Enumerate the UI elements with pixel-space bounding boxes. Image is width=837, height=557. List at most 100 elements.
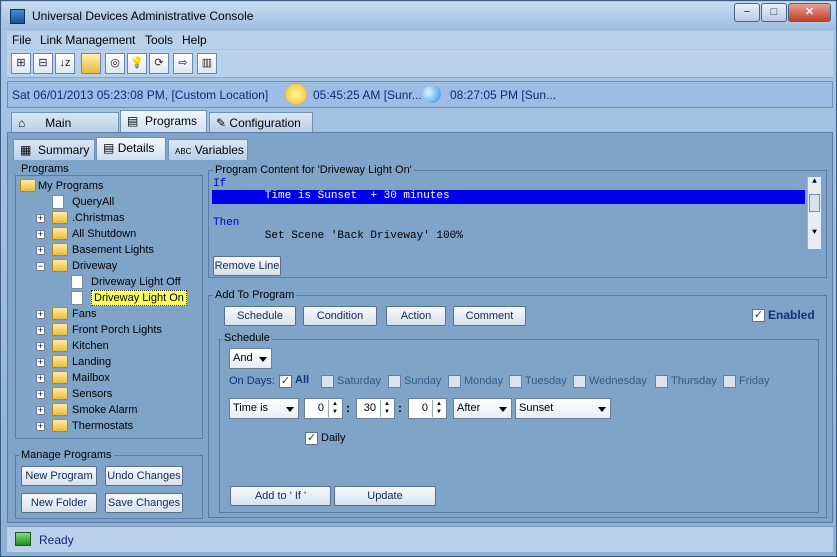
expand-icon[interactable]: + [36,406,45,415]
tab-programs[interactable]: ▤ Programs [120,110,207,133]
sunset-select[interactable]: Sunset [515,398,611,419]
comment-button[interactable]: Comment [453,306,526,326]
folder-icon[interactable] [81,53,101,74]
app-window: Universal Devices Administrative Console… [0,0,837,557]
hours-spin-buttons[interactable]: ▲ ▼ [328,400,341,417]
chart-icon[interactable]: ▥ [197,53,217,74]
spin-down-icon[interactable]: ▼ [329,408,341,416]
scroll-up-icon[interactable]: ▲ [808,177,821,186]
time-is-select[interactable]: Time is [229,398,299,419]
all-days-label: All [295,374,310,386]
expand-icon[interactable]: + [36,358,45,367]
scroll-down-icon[interactable]: ▼ [808,228,821,237]
schedule-button[interactable]: Schedule [224,306,296,326]
sort-icon[interactable]: ↓z [55,53,75,74]
folder-icon [52,355,68,368]
expand-icon[interactable]: + [36,230,45,239]
remove-line-button[interactable]: Remove Line [213,256,281,276]
tree-node-label: Fans [72,308,97,320]
spin-down-icon[interactable]: ▼ [381,408,393,416]
enabled-checkbox[interactable]: ✓ [752,309,765,322]
seconds-spin-buttons[interactable]: ▲ ▼ [432,400,445,417]
day-label: Tuesday [525,375,567,387]
code-scrollbar[interactable]: ▲ ▼ [807,177,821,249]
expand-icon[interactable]: + [36,246,45,255]
collapse-all-icon[interactable]: ⊟ [33,53,53,74]
folder-icon [52,419,68,432]
after-select[interactable]: After [453,398,512,419]
expand-icon[interactable]: + [36,214,45,223]
expand-icon[interactable]: + [36,390,45,399]
condition-button[interactable]: Condition [303,306,377,326]
home-icon: ⌂ [18,116,26,130]
tab-summary[interactable]: ▦ Summary [13,139,95,160]
undo-changes-button[interactable]: Undo Changes [105,466,183,486]
minimize-button[interactable]: − [734,3,760,22]
spin-up-icon[interactable]: ▲ [329,400,341,408]
arrow-icon[interactable]: ⇨ [173,53,193,74]
minutes-spinner[interactable]: 30 ▲ ▼ [356,398,395,419]
close-button[interactable]: ✕ [788,3,831,22]
scroll-thumb[interactable] [809,194,820,212]
refresh-icon[interactable]: ⟳ [149,53,169,74]
spin-down-icon[interactable]: ▼ [433,408,445,416]
on-days-label: On Days: [229,375,275,387]
day-checkbox[interactable] [388,375,401,388]
expand-icon[interactable]: + [36,310,45,319]
tree-node-label: Front Porch Lights [72,324,162,336]
all-days-checkbox[interactable]: ✓ [279,375,292,388]
scenes-icon[interactable]: ◎ [105,53,125,74]
tab-variables[interactable]: ABC Variables [168,139,248,160]
menu-file[interactable]: File [12,33,31,47]
expand-all-icon[interactable]: ⊞ [11,53,31,74]
action-button[interactable]: Action [386,306,446,326]
menu-bar: File Link Management Tools Help [7,31,833,49]
new-program-button[interactable]: New Program [21,466,97,486]
program-icon [71,275,83,289]
tab-programs-label: Programs [145,114,198,128]
folder-icon [52,307,68,320]
menu-tools[interactable]: Tools [145,33,173,47]
then-line[interactable]: Set Scene 'Back Driveway' 100% [212,230,463,242]
update-button[interactable]: Update [334,486,436,506]
spin-up-icon[interactable]: ▲ [381,400,393,408]
day-checkbox[interactable] [448,375,461,388]
date-location: Sat 06/01/2013 05:23:08 PM, [Custom Loca… [12,88,269,102]
schedule-label: Schedule [222,332,272,344]
collapse-icon[interactable]: − [36,262,45,271]
expand-icon[interactable]: + [36,374,45,383]
seconds-spinner[interactable]: 0 ▲ ▼ [408,398,447,419]
tab-main-label: Main [45,116,72,130]
hours-spinner[interactable]: 0 ▲ ▼ [304,398,343,419]
tab-details[interactable]: ▤ Details [96,137,166,160]
programs-icon: ▤ [127,114,139,128]
expand-icon[interactable]: + [36,342,45,351]
spin-up-icon[interactable]: ▲ [433,400,445,408]
folder-icon [52,339,68,352]
status-bar: Ready [7,526,833,552]
if-line[interactable]: Time is Sunset + 30 minutes [212,190,805,204]
tab-main[interactable]: ⌂ Main [11,112,119,133]
day-checkbox[interactable] [573,375,586,388]
save-changes-button[interactable]: Save Changes [105,493,183,513]
minutes-spin-buttons[interactable]: ▲ ▼ [380,400,393,417]
day-checkbox[interactable] [655,375,668,388]
day-checkbox[interactable] [723,375,736,388]
add-to-if-button[interactable]: Add to ' If ' [230,486,331,506]
expand-icon[interactable]: + [36,422,45,431]
menu-link-management[interactable]: Link Management [40,33,135,47]
summary-icon: ▦ [20,143,32,157]
new-folder-button[interactable]: New Folder [21,493,97,513]
and-select[interactable]: And [229,348,272,369]
bulb-icon[interactable]: 💡 [127,53,147,74]
maximize-button[interactable]: □ [761,3,787,22]
expand-icon[interactable]: + [36,326,45,335]
day-checkbox[interactable] [509,375,522,388]
info-bar: Sat 06/01/2013 05:23:08 PM, [Custom Loca… [7,81,833,108]
menu-help[interactable]: Help [182,33,207,47]
program-code: If Time is Sunset + 30 minutes Then Set … [212,177,821,249]
daily-checkbox[interactable]: ✓ [305,432,318,445]
tab-configuration-label: Configuration [229,116,301,130]
day-checkbox[interactable] [321,375,334,388]
tab-configuration[interactable]: ✎ Configuration [209,112,313,133]
